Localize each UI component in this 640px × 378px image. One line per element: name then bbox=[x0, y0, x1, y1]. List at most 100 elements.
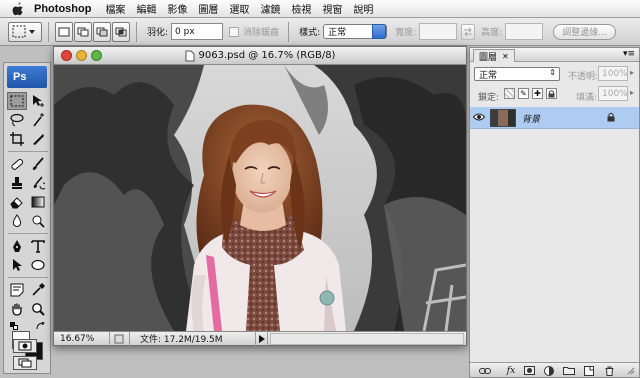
adjustment-layer-icon[interactable] bbox=[542, 365, 556, 376]
menu-select[interactable]: 選取 bbox=[229, 1, 249, 16]
opacity-arrow-icon[interactable]: ▸ bbox=[630, 68, 634, 77]
style-select[interactable]: 正常 bbox=[323, 24, 388, 39]
triangle-right-icon bbox=[259, 334, 265, 343]
feather-input[interactable]: 0 px bbox=[171, 23, 224, 40]
slice-tool[interactable] bbox=[28, 130, 48, 148]
healing-brush-tool[interactable] bbox=[7, 155, 27, 173]
eyedropper-tool[interactable] bbox=[28, 281, 48, 299]
apple-icon[interactable] bbox=[12, 1, 26, 17]
zoom-window-button[interactable] bbox=[91, 50, 102, 61]
resize-grip-icon[interactable] bbox=[624, 365, 638, 376]
blur-tool[interactable] bbox=[7, 212, 27, 230]
history-brush-tool[interactable] bbox=[28, 174, 48, 192]
status-menu-button[interactable] bbox=[256, 331, 268, 346]
lasso-tool[interactable] bbox=[7, 111, 27, 129]
antialias-checkbox[interactable] bbox=[229, 26, 240, 37]
pen-icon bbox=[13, 240, 21, 252]
trash-icon[interactable] bbox=[602, 365, 616, 376]
swap-arrows-icon bbox=[464, 27, 473, 36]
lock-pixels-button[interactable]: ✎ bbox=[518, 88, 529, 99]
type-t-icon bbox=[31, 240, 45, 253]
marquee-preset-icon bbox=[12, 25, 35, 37]
menu-image[interactable]: 影像 bbox=[167, 1, 187, 16]
screen-mode-button[interactable] bbox=[13, 356, 37, 370]
eye-icon[interactable] bbox=[472, 112, 486, 125]
close-window-button[interactable] bbox=[61, 50, 72, 61]
separator bbox=[136, 21, 137, 42]
menu-layer[interactable]: 圖層 bbox=[198, 1, 218, 16]
status-proxy-icon bbox=[114, 334, 124, 343]
refine-edge-button[interactable]: 調整邊緣... bbox=[553, 23, 616, 40]
status-icon-cell[interactable] bbox=[110, 331, 130, 346]
swap-dimensions-button[interactable] bbox=[461, 23, 476, 40]
crop-tool[interactable] bbox=[7, 130, 27, 148]
layer-thumbnail[interactable] bbox=[490, 109, 516, 127]
swap-colors-icon[interactable] bbox=[36, 321, 46, 330]
zoom-tool[interactable] bbox=[28, 300, 48, 318]
quick-mask-button[interactable] bbox=[13, 339, 37, 353]
shape-tool[interactable] bbox=[28, 256, 48, 274]
marquee-tool[interactable] bbox=[7, 92, 27, 110]
panel-menu-icon[interactable]: ▾≡ bbox=[623, 49, 635, 59]
blend-mode-select[interactable]: 正常 ⇕ bbox=[474, 67, 560, 81]
add-selection-button[interactable] bbox=[74, 21, 92, 42]
menu-edit[interactable]: 編輯 bbox=[136, 1, 156, 16]
menu-view[interactable]: 檢視 bbox=[291, 1, 311, 16]
lock-all-button[interactable] bbox=[546, 88, 557, 99]
fill-input[interactable]: 100% bbox=[598, 86, 628, 101]
brush-tool[interactable] bbox=[28, 155, 48, 173]
horizontal-scrollbar[interactable] bbox=[270, 332, 464, 345]
menu-help[interactable]: 說明 bbox=[353, 1, 373, 16]
canvas[interactable] bbox=[54, 65, 466, 331]
subtract-selection-button[interactable] bbox=[93, 21, 111, 42]
stamp-icon bbox=[12, 177, 22, 189]
ellipse-shape-icon bbox=[31, 259, 45, 271]
photoshop-logo[interactable]: Ps bbox=[7, 66, 47, 88]
menu-filter[interactable]: 濾鏡 bbox=[260, 1, 280, 16]
zoom-level[interactable]: 16.67% bbox=[54, 331, 110, 346]
width-input[interactable] bbox=[419, 23, 458, 40]
clone-stamp-tool[interactable] bbox=[7, 174, 27, 192]
opacity-label: 不透明: bbox=[568, 72, 599, 82]
minimize-window-button[interactable] bbox=[76, 50, 87, 61]
opacity-input[interactable]: 100% bbox=[598, 66, 628, 81]
document-window: 9063.psd @ 16.7% (RGB/8) 16.67% 文件: 17.2… bbox=[53, 46, 467, 346]
fill-arrow-icon[interactable]: ▸ bbox=[630, 88, 634, 97]
document-status-bar: 16.67% 文件: 17.2M/19.5M bbox=[54, 331, 466, 346]
subtract-selection-icon bbox=[96, 27, 108, 36]
gradient-tool[interactable] bbox=[28, 193, 48, 211]
link-layers-icon[interactable] bbox=[478, 365, 492, 376]
lock-label: 鎖定: bbox=[478, 93, 500, 103]
tool-preset-picker[interactable] bbox=[8, 21, 42, 42]
hand-tool[interactable] bbox=[7, 300, 27, 318]
type-tool[interactable] bbox=[28, 237, 48, 255]
new-group-icon[interactable] bbox=[562, 365, 576, 376]
pen-tool[interactable] bbox=[7, 237, 27, 255]
notes-tool[interactable] bbox=[7, 281, 27, 299]
water-drop-icon bbox=[12, 214, 22, 227]
marquee-icon bbox=[10, 95, 24, 107]
path-selection-tool[interactable] bbox=[7, 256, 27, 274]
default-colors-icon[interactable] bbox=[10, 322, 18, 330]
magic-wand-tool[interactable] bbox=[28, 111, 48, 129]
lock-transparency-button[interactable] bbox=[504, 88, 515, 99]
layer-mask-icon[interactable] bbox=[522, 365, 536, 376]
document-title-bar[interactable]: 9063.psd @ 16.7% (RGB/8) bbox=[54, 47, 466, 65]
layer-row-background[interactable]: 背景 bbox=[470, 107, 639, 129]
height-input[interactable] bbox=[505, 23, 544, 40]
menu-window[interactable]: 視窗 bbox=[322, 1, 342, 16]
menu-file[interactable]: 檔案 bbox=[105, 1, 125, 16]
tool-separator bbox=[8, 277, 48, 278]
intersect-selection-button[interactable] bbox=[112, 21, 130, 42]
layer-style-icon[interactable]: fx bbox=[504, 365, 518, 376]
separator bbox=[48, 21, 49, 42]
tab-layers[interactable]: 圖層 ✕ bbox=[473, 49, 515, 63]
dodge-tool[interactable] bbox=[28, 212, 48, 230]
app-name-menu[interactable]: Photoshop bbox=[34, 3, 91, 15]
close-icon[interactable]: ✕ bbox=[502, 52, 509, 61]
new-layer-icon[interactable] bbox=[582, 365, 596, 376]
eraser-tool[interactable] bbox=[7, 193, 27, 211]
move-tool[interactable] bbox=[28, 92, 48, 110]
lock-position-button[interactable]: ✚ bbox=[532, 88, 543, 99]
new-selection-button[interactable] bbox=[55, 21, 73, 42]
